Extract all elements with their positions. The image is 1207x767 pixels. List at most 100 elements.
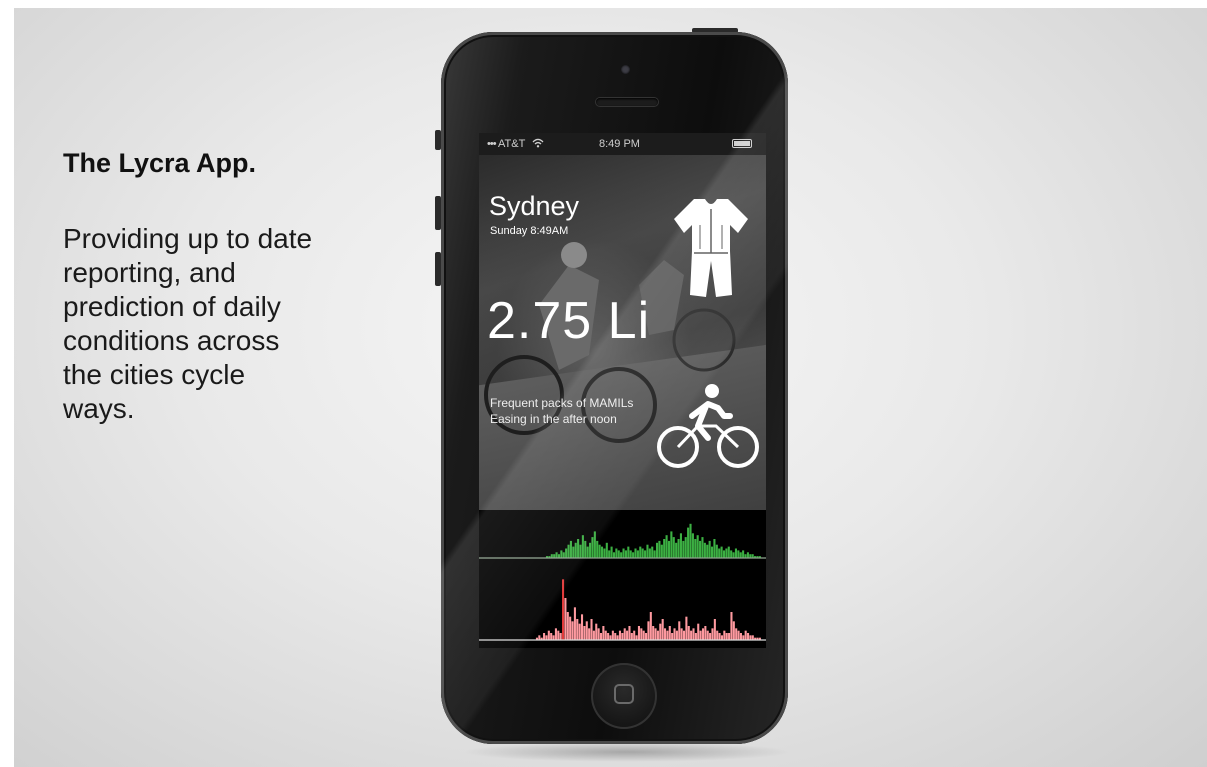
- chart-bar: [574, 542, 577, 558]
- chart-bar: [651, 546, 654, 558]
- chart-bar: [621, 633, 624, 640]
- chart-bar: [569, 540, 572, 558]
- chart-bar: [711, 628, 714, 640]
- chart-bar: [615, 548, 618, 558]
- chart-bar: [552, 635, 555, 640]
- chart-bar: [677, 539, 680, 558]
- battery-icon: [732, 139, 752, 148]
- chart-bar: [617, 550, 620, 558]
- chart-bar: [678, 621, 681, 640]
- phone-shadow: [462, 742, 792, 762]
- chart-bar: [732, 552, 735, 558]
- chart-bar: [706, 630, 709, 640]
- chart-bar: [699, 540, 702, 558]
- chart-bar: [633, 630, 636, 640]
- chart-bar: [701, 537, 704, 558]
- chart-bar: [616, 635, 619, 640]
- chart-bar: [747, 633, 750, 640]
- chart-bar: [576, 619, 579, 640]
- condition-line: Frequent packs of MAMILs: [490, 396, 634, 410]
- chart-bar: [673, 628, 676, 640]
- chart-bar: [627, 546, 630, 558]
- chart-bar: [611, 630, 614, 640]
- chart-bar: [620, 552, 623, 558]
- cycling-jersey-icon: [674, 199, 748, 297]
- chart-bar: [732, 621, 735, 640]
- chart-bar: [604, 630, 607, 640]
- chart-bar: [599, 633, 603, 640]
- chart-bar: [596, 540, 599, 558]
- chart-bar: [545, 635, 548, 640]
- chart-bar: [699, 630, 702, 640]
- chart-bar: [722, 550, 726, 558]
- chart-bar: [742, 635, 745, 640]
- chart-bar: [730, 612, 733, 640]
- chart-bar: [649, 612, 652, 640]
- slide-headline: The Lycra App.: [63, 148, 257, 178]
- chart-bar: [554, 628, 557, 640]
- chart-bar: [591, 537, 594, 558]
- chart-bar: [659, 623, 662, 640]
- chart-bar: [725, 633, 728, 640]
- chart-bar: [565, 548, 568, 558]
- chart-bar: [644, 550, 647, 558]
- chart-bar: [689, 523, 692, 558]
- chart-bar: [680, 628, 683, 640]
- description-line: conditions across: [63, 325, 280, 356]
- chart-bar: [647, 621, 650, 640]
- chart-bar: [624, 550, 627, 558]
- chart-bar: [639, 546, 642, 558]
- chart-bar: [720, 635, 723, 640]
- chart-bar: [727, 546, 730, 558]
- chart-bar: [730, 550, 733, 558]
- chart-bar: [610, 546, 613, 558]
- condition-line: Easing in the after noon: [490, 412, 617, 426]
- chart-bar: [703, 542, 706, 558]
- chart-bar: [675, 542, 678, 558]
- chart-bar: [569, 616, 572, 640]
- chart-bar: [562, 579, 565, 640]
- chart-bar: [593, 531, 596, 558]
- chart-bar: [605, 542, 608, 558]
- chart-bar: [555, 552, 558, 558]
- chart-bar: [586, 546, 589, 558]
- chart-bar: [685, 616, 688, 640]
- chart-bar: [739, 633, 742, 640]
- chart-bar: [571, 621, 574, 640]
- city-name: Sydney: [489, 191, 580, 221]
- chart-bar: [692, 628, 695, 640]
- chart-bar: [642, 630, 645, 640]
- chart-bar: [672, 537, 675, 558]
- chart-bar: [667, 540, 671, 558]
- chart-bar: [629, 550, 632, 558]
- chart-bar: [595, 623, 598, 640]
- chart-bar: [600, 546, 604, 558]
- lycra-index-value: 2.75 Li: [487, 292, 651, 350]
- chart-bar: [602, 626, 605, 640]
- chart-bar: [547, 630, 550, 640]
- chart-bar: [635, 635, 638, 640]
- chart-bar: [663, 539, 666, 558]
- home-square-icon: [614, 684, 634, 704]
- chart-bar: [632, 552, 635, 558]
- chart-bar: [645, 633, 648, 640]
- chart-bar: [578, 623, 581, 640]
- chart-bar: [607, 633, 610, 640]
- signal-icon: •••: [487, 138, 497, 150]
- chart-bar: [718, 548, 721, 558]
- chart-bar: [661, 619, 664, 640]
- chart-bar: [566, 612, 569, 640]
- chart-bar: [637, 626, 640, 640]
- chart-bar: [581, 535, 584, 558]
- chart-bar: [584, 540, 587, 558]
- chart-bar: [751, 635, 754, 640]
- chart-bar: [626, 630, 629, 640]
- chart-bar: [592, 630, 595, 640]
- chart-bar: [598, 544, 601, 558]
- chart-bar: [658, 540, 661, 558]
- chart-bar: [614, 633, 617, 640]
- chart-bar: [725, 548, 728, 558]
- chart-bar: [608, 550, 611, 558]
- chart-bar: [580, 614, 584, 640]
- hero-photo: Sydney Sunday 8:49AM 2.75 Li Frequent pa…: [479, 155, 766, 510]
